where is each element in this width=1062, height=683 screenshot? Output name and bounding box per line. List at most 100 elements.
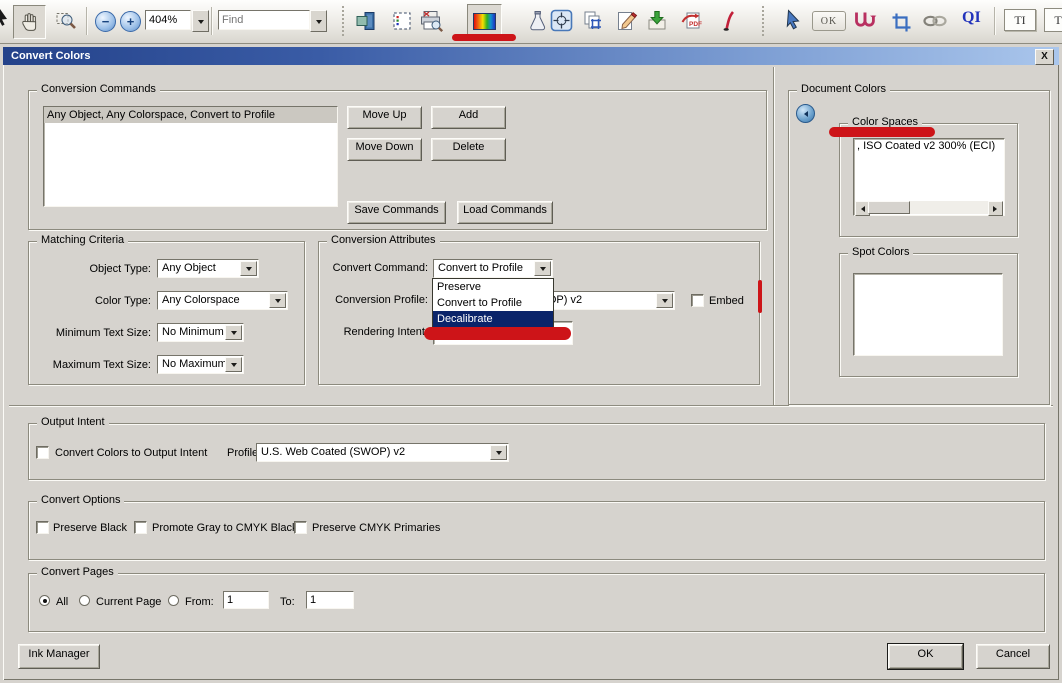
red-marker-color-spaces [829,127,935,137]
dropdown-option[interactable]: Preserve [433,279,553,295]
horizontal-scrollbar[interactable] [855,201,1003,216]
move-down-button[interactable]: Move Down [347,138,422,161]
quick-index-button[interactable]: QI [962,9,981,27]
zoom-in-button[interactable]: + [120,11,141,32]
embed-checkbox[interactable] [691,294,704,307]
convert-pages-group: Convert Pages [28,566,1045,632]
conversion-profile-label: Conversion Profile: [335,294,428,306]
load-commands-button[interactable]: Load Commands [457,201,553,224]
dropdown-option[interactable]: Convert to Profile [433,295,553,311]
save-commands-button[interactable]: Save Commands [347,201,446,224]
toolbar-grip [342,6,344,36]
edit-document-button[interactable] [612,6,642,36]
object-type-select[interactable]: Any Object [157,259,259,278]
print-production-button[interactable] [416,6,446,36]
close-icon[interactable]: X [1035,49,1054,65]
all-pages-radio[interactable] [39,595,50,606]
touchup-reading-order-button[interactable] [850,6,880,36]
promote-gray-checkbox[interactable] [134,521,147,534]
color-spaces-list[interactable]: , ISO Coated v2 300% (ECI) [853,138,1005,216]
add-button[interactable]: Add [431,106,506,129]
zoom-level-input[interactable] [145,10,191,30]
cancel-button[interactable]: Cancel [976,644,1050,669]
find-input[interactable] [218,10,310,30]
select-cursor-button[interactable] [780,5,806,35]
refresh-document-colors-button[interactable] [796,104,815,123]
convert-colors-to-output-intent-checkbox[interactable] [36,446,49,459]
sign-document-button[interactable] [718,6,740,36]
group-label: Document Colors [797,83,890,95]
convert-command-dropdown-list[interactable]: Preserve Convert to Profile Decalibrate [432,278,554,328]
ok-button[interactable]: OK [887,643,964,670]
scrollbar-thumb[interactable] [868,201,910,214]
toolbar-separator [86,7,88,35]
ok-stamp-button[interactable]: OK [812,11,846,31]
dialog-titlebar[interactable]: Convert Colors [3,47,1059,65]
from-page-input[interactable] [223,591,269,609]
touchup-text-button[interactable]: TI [1004,9,1036,31]
promote-gray-label: Promote Gray to CMYK Black [152,522,298,534]
group-label: Matching Criteria [37,234,129,246]
arrow-left-icon [801,110,808,117]
delete-button[interactable]: Delete [431,138,506,161]
move-up-button[interactable]: Move Up [347,106,422,129]
chevron-down-icon[interactable] [534,261,551,276]
output-preview-button[interactable] [352,7,380,35]
group-label: Spot Colors [848,246,914,258]
current-page-radio[interactable] [79,595,90,606]
crosshair-target-icon [550,9,572,31]
link-tool-button[interactable] [920,10,950,32]
list-item[interactable]: Any Object, Any Colorspace, Convert to P… [44,107,337,123]
chain-link-icon [923,15,947,27]
object-touchup-button[interactable] [546,5,576,35]
chevron-down-icon[interactable] [656,293,673,308]
text-tool-button-partial[interactable]: T [1044,8,1062,32]
rendering-intent-label: Rendering Intent: [343,326,428,338]
current-page-label: Current Page [96,596,162,608]
conversion-commands-list[interactable]: Any Object, Any Colorspace, Convert to P… [43,106,338,207]
spot-colors-list[interactable] [853,273,1003,356]
chevron-down-icon[interactable] [490,445,507,460]
chevron-down-icon[interactable] [225,325,242,340]
select-tool-icon-partial[interactable] [0,8,8,31]
hand-tool-button[interactable] [13,5,46,39]
color-type-select[interactable]: Any Colorspace [157,291,288,310]
export-save-button[interactable] [642,6,672,36]
to-page-input[interactable] [306,591,354,609]
crop-tool-button[interactable] [886,7,916,37]
list-item[interactable]: , ISO Coated v2 300% (ECI) [854,139,1004,152]
select-value: No Maximum [162,358,225,370]
zoom-marquee-icon [56,13,76,29]
preserve-cmyk-primaries-label: Preserve CMYK Primaries [312,522,441,534]
red-pen-stroke-icon [723,11,735,31]
group-label: Convert Pages [37,566,118,578]
chevron-down-icon [315,19,322,27]
select-value: Any Object [162,262,216,274]
page-range-radio[interactable] [168,595,179,606]
toolbar: − + PDF OK [0,0,1062,44]
convert-command-select[interactable]: Convert to Profile [433,259,553,278]
chevron-down-icon[interactable] [225,357,242,372]
zoom-level-dropdown-button[interactable] [192,10,209,32]
zoom-marquee-tool-button[interactable] [52,7,80,35]
dashed-selection-icon [393,12,411,30]
pdf-export-button[interactable]: PDF [676,6,708,36]
output-intent-profile-select[interactable]: U.S. Web Coated (SWOP) v2 [256,443,509,462]
scroll-right-button[interactable] [988,201,1003,216]
minimum-text-size-select[interactable]: No Minimum [157,323,244,342]
find-dropdown-button[interactable] [310,10,327,32]
preserve-black-checkbox[interactable] [36,521,49,534]
maximum-text-size-select[interactable]: No Maximum [157,355,244,374]
crop-pages-button[interactable] [578,6,608,36]
pages-crop-icon [584,11,601,29]
zoom-out-button[interactable]: − [95,11,116,32]
preflight-selection-button[interactable] [388,7,416,35]
chevron-down-icon[interactable] [269,293,286,308]
panel-divider-vertical [773,67,775,406]
chevron-down-icon[interactable] [240,261,257,276]
dropdown-option-highlighted[interactable]: Decalibrate [433,311,553,327]
preserve-cmyk-primaries-checkbox[interactable] [294,521,307,534]
green-arrow-download-icon [648,11,666,30]
red-marker-rendering-intent [424,327,571,340]
ink-manager-button[interactable]: Ink Manager [18,644,100,669]
